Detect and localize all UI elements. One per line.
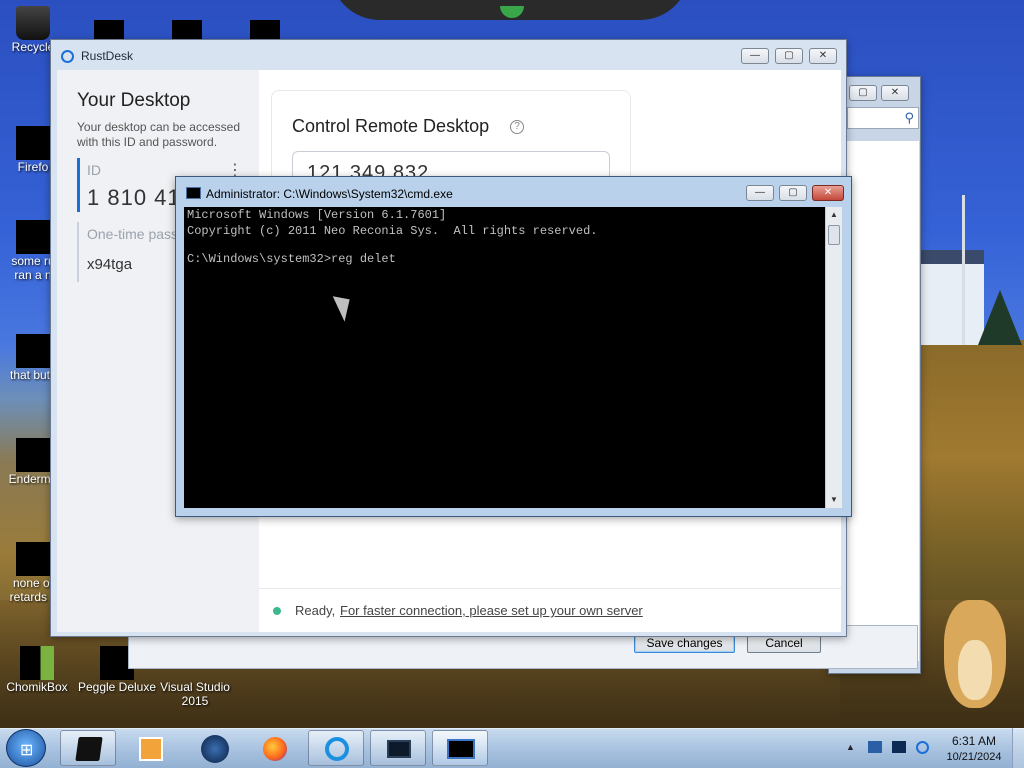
desktop-icon-label: ChomikBox: [6, 680, 68, 694]
search-icon[interactable]: ⚲: [904, 110, 914, 126]
desktop-icon-partial-2[interactable]: [172, 20, 202, 40]
recycle-bin-icon: [16, 6, 50, 40]
rustdesk-logo-icon: [61, 50, 74, 63]
file-icon: [16, 220, 50, 254]
close-button[interactable]: ✕: [812, 185, 844, 201]
wallpaper-tree: [978, 290, 1022, 345]
console-line: Copyright (c) 2011 Neo Reconia Sys. All …: [187, 224, 598, 238]
status-ready-text: Ready,: [295, 603, 336, 618]
control-remote-title: Control Remote Desktop: [292, 116, 490, 136]
status-bar: Ready, For faster connection, please set…: [259, 588, 841, 632]
chomikbox-icon: [20, 646, 54, 680]
help-icon[interactable]: ?: [510, 120, 524, 134]
taskbar-button-firefox[interactable]: [246, 730, 302, 766]
rustdesk-icon: [325, 737, 349, 761]
taskbar-button-media-player[interactable]: [122, 730, 178, 766]
network-tray-icon[interactable]: [868, 741, 882, 753]
file-icon: [16, 334, 50, 368]
rustdesk-tray-icon[interactable]: [916, 741, 929, 754]
minimize-button[interactable]: —: [746, 185, 774, 201]
globe-icon: [201, 735, 229, 763]
scroll-down-arrow-icon[interactable]: ▼: [830, 495, 838, 504]
explorer-icon: [75, 737, 103, 761]
taskbar-button-rustdesk[interactable]: [308, 730, 364, 766]
one-time-password-label: One-time pass: [87, 226, 179, 242]
minimize-button[interactable]: —: [741, 48, 769, 64]
desktop-icon-partial-1[interactable]: [94, 20, 124, 40]
clock-time[interactable]: 6:31 AM: [948, 734, 1000, 748]
window-content: [847, 141, 919, 661]
maximize-button[interactable]: ▢: [775, 48, 803, 64]
taskbar-button-explorer[interactable]: [60, 730, 116, 766]
cmd-icon: [447, 739, 475, 759]
app-icon: [16, 438, 50, 472]
window-title: Administrator: C:\Windows\System32\cmd.e…: [206, 187, 453, 201]
clock-date[interactable]: 10/21/2024: [944, 751, 1004, 763]
desktop-icon-label-line2: 2015: [181, 694, 209, 708]
firefox-icon: [263, 737, 287, 761]
display-tray-icon[interactable]: [892, 741, 906, 753]
your-desktop-title: Your Desktop: [77, 90, 191, 111]
id-label: ID: [87, 162, 101, 178]
id-accent-bar: [77, 158, 80, 212]
scroll-up-arrow-icon[interactable]: ▲: [830, 210, 838, 219]
maximize-button[interactable]: ▢: [779, 185, 807, 201]
search-input[interactable]: ⚲: [847, 107, 919, 129]
setup-server-link[interactable]: For faster connection, please set up you…: [340, 603, 643, 618]
vertical-scrollbar[interactable]: ▲ ▼: [825, 207, 842, 508]
windows-logo-icon: ⊞: [20, 742, 34, 759]
maximize-button[interactable]: ▢: [849, 85, 877, 101]
firefox-shortcut-icon: [16, 126, 50, 160]
scrollbar-thumb[interactable]: [828, 225, 840, 245]
app-icon: [16, 542, 50, 576]
taskbar-button-monitor[interactable]: [370, 730, 426, 766]
media-player-icon: [139, 737, 163, 761]
console-prompt-line[interactable]: C:\Windows\system32>reg delet: [184, 251, 825, 267]
taskbar-button-globe[interactable]: [186, 730, 242, 766]
status-dot-icon: [273, 607, 281, 615]
close-button[interactable]: ✕: [809, 48, 837, 64]
show-hidden-icons-arrow-icon[interactable]: ▲: [846, 742, 855, 752]
one-time-password-value: x94tga: [87, 256, 133, 273]
monitor-icon: [387, 740, 411, 758]
cmd-window[interactable]: Administrator: C:\Windows\System32\cmd.e…: [175, 176, 852, 517]
desktop-icon-partial-3[interactable]: [250, 20, 280, 40]
close-button[interactable]: ✕: [881, 85, 909, 101]
hamster-belly: [958, 640, 992, 700]
wallpaper-house: [918, 250, 984, 345]
desktop-icon-label: Peggle Deluxe: [77, 680, 157, 694]
console-line: Microsoft Windows [Version 6.1.7601]: [187, 208, 447, 222]
your-desktop-description: Your desktop can be accessed with this I…: [77, 120, 241, 149]
desktop-icon-chomikbox[interactable]: ChomikBox: [4, 646, 70, 694]
cmd-window-icon: [186, 187, 201, 199]
show-desktop-button[interactable]: [1012, 728, 1024, 768]
password-accent-bar: [77, 222, 79, 282]
wallpaper-pole: [962, 195, 965, 345]
taskbar-button-cmd[interactable]: [432, 730, 488, 766]
start-button[interactable]: ⊞: [6, 729, 46, 767]
desktop-icon-label: Visual Studio: [160, 680, 230, 694]
window-title: RustDesk: [81, 49, 134, 63]
console-output[interactable]: Microsoft Windows [Version 6.1.7601] Cop…: [184, 207, 825, 508]
